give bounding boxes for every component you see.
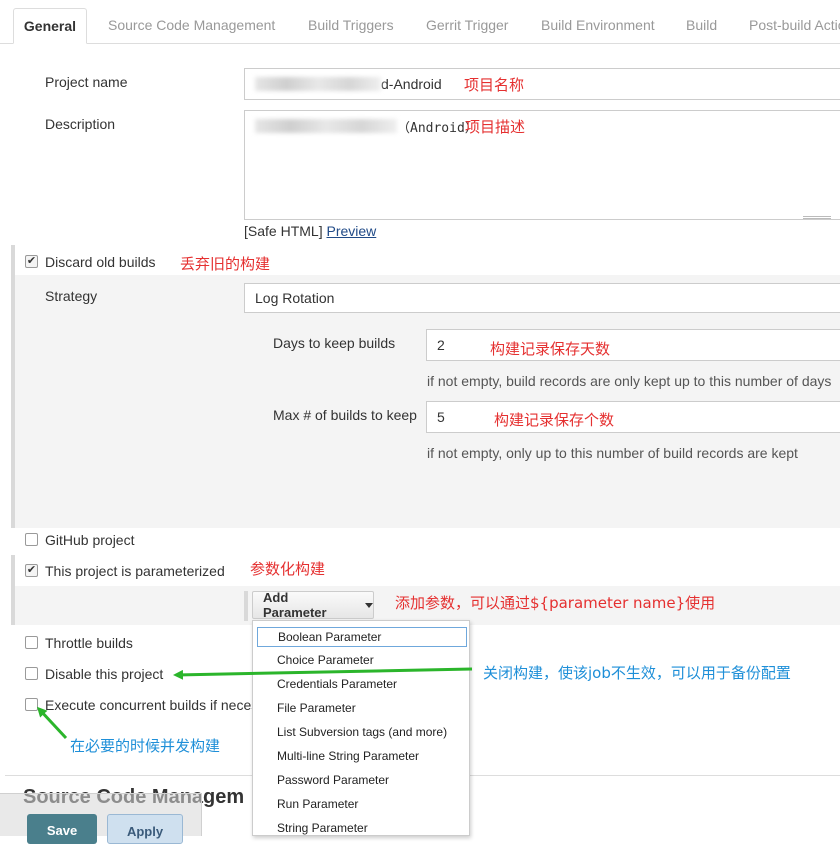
annotation-arrows xyxy=(36,667,473,740)
concurrent-arrow xyxy=(36,706,68,740)
disable-arrow xyxy=(173,667,473,680)
